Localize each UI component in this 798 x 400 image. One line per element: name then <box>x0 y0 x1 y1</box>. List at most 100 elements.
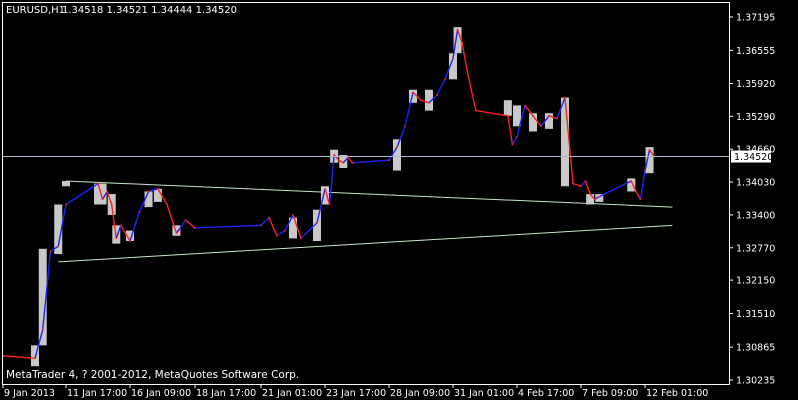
price-tick-label: 1.30235 <box>736 376 775 387</box>
price-point <box>34 357 36 360</box>
price-point <box>65 203 67 206</box>
time-tick-label: 16 Jan 09:00 <box>131 388 191 399</box>
price-tick-label: 1.32770 <box>736 243 775 254</box>
price-point <box>412 91 414 94</box>
bar-block <box>62 181 70 187</box>
price-tick-label: 1.33400 <box>736 210 775 221</box>
price-point <box>456 28 459 31</box>
price-point <box>540 125 542 128</box>
price-point <box>452 57 454 60</box>
price-point <box>589 193 592 195</box>
bar-block <box>393 139 401 171</box>
price-point <box>516 135 518 138</box>
price-point <box>119 224 122 227</box>
price-tick-label: 1.30865 <box>736 343 775 354</box>
price-point <box>639 198 642 201</box>
price-point <box>572 182 574 185</box>
price-point <box>328 203 331 206</box>
price-point <box>175 232 178 235</box>
price-point <box>428 101 430 104</box>
price-point <box>300 237 302 240</box>
price-point <box>147 190 150 193</box>
price-point <box>580 185 582 188</box>
time-tick-label: 9 Jan 2013 <box>4 388 55 399</box>
price-point <box>593 198 596 201</box>
time-tick-label: 31 Jan 01:00 <box>454 388 514 399</box>
price-point <box>316 221 318 224</box>
price-point <box>506 114 509 117</box>
price-point <box>101 198 104 201</box>
price-point <box>184 219 187 222</box>
time-tick-label: 11 Jan 17:00 <box>67 388 127 399</box>
price-tick-label: 1.32150 <box>736 276 775 287</box>
bar-block <box>503 100 512 116</box>
price-point <box>129 240 131 242</box>
time-tick-label: 12 Feb 01:00 <box>646 388 708 399</box>
bar-block <box>586 194 595 205</box>
price-point <box>276 234 278 237</box>
price-point <box>644 169 646 172</box>
price-tick-label: 1.34030 <box>736 178 775 189</box>
price-tick-label: 1.36555 <box>736 46 775 57</box>
price-point <box>556 117 558 120</box>
price-point <box>444 78 446 81</box>
price-point <box>138 211 141 214</box>
price-point <box>351 161 354 164</box>
time-tick-label: 4 Feb 17:00 <box>518 388 574 399</box>
time-tick-label: 23 Jan 17:00 <box>326 388 386 399</box>
price-point <box>342 161 345 164</box>
price-point <box>194 227 196 229</box>
ohlc-values: 1.34518 1.34521 1.34444 1.34520 <box>62 5 237 16</box>
price-point <box>564 96 566 99</box>
chart-background <box>0 0 798 400</box>
price-point <box>524 104 526 107</box>
price-point <box>630 180 633 182</box>
price-point <box>404 125 406 128</box>
price-point <box>110 203 113 206</box>
price-point <box>260 224 262 227</box>
copyright-text: MetaTrader 4, ? 2001-2012, MetaQuotes So… <box>6 369 299 381</box>
time-tick-label: 18 Jan 17:00 <box>196 388 256 399</box>
bar-block <box>153 188 162 202</box>
price-chart[interactable]: 1.371951.365551.359201.352901.346601.340… <box>0 0 798 400</box>
price-point <box>97 182 99 185</box>
price-point <box>106 190 109 193</box>
price-point <box>333 154 336 156</box>
price-point <box>465 67 468 70</box>
current-price-label: 1.34520 <box>734 152 773 163</box>
price-point <box>57 245 60 248</box>
price-point <box>420 99 422 102</box>
bar-block <box>561 97 569 187</box>
price-point <box>115 237 118 240</box>
price-tick-label: 1.31510 <box>736 309 775 320</box>
price-tick-label: 1.35920 <box>736 79 775 90</box>
price-point <box>166 203 169 206</box>
price-point <box>474 109 477 112</box>
time-tick-label: 21 Jan 01:00 <box>262 388 322 399</box>
price-point <box>511 143 514 146</box>
price-point <box>156 187 159 190</box>
price-point <box>324 187 326 190</box>
price-point <box>284 229 286 232</box>
price-point <box>598 195 601 198</box>
time-tick-label: 28 Jan 09:00 <box>390 388 450 399</box>
price-tick-label: 1.35290 <box>736 112 775 123</box>
price-point <box>337 159 340 162</box>
price-point <box>292 214 294 216</box>
price-point <box>41 328 44 331</box>
price-point <box>470 88 473 91</box>
price-point <box>49 250 52 253</box>
time-tick-label: 7 Feb 09:00 <box>582 388 638 399</box>
price-point <box>396 146 398 149</box>
price-point <box>268 216 270 219</box>
price-point <box>436 94 438 96</box>
price-tick-label: 1.37195 <box>736 13 775 24</box>
symbol-label: EURUSD,H1 <box>6 5 65 16</box>
price-point <box>584 180 587 182</box>
price-point <box>634 190 637 193</box>
price-point <box>648 148 651 151</box>
price-point <box>388 159 390 162</box>
price-point <box>548 114 550 117</box>
price-point <box>532 114 534 117</box>
bar-block <box>172 225 181 236</box>
